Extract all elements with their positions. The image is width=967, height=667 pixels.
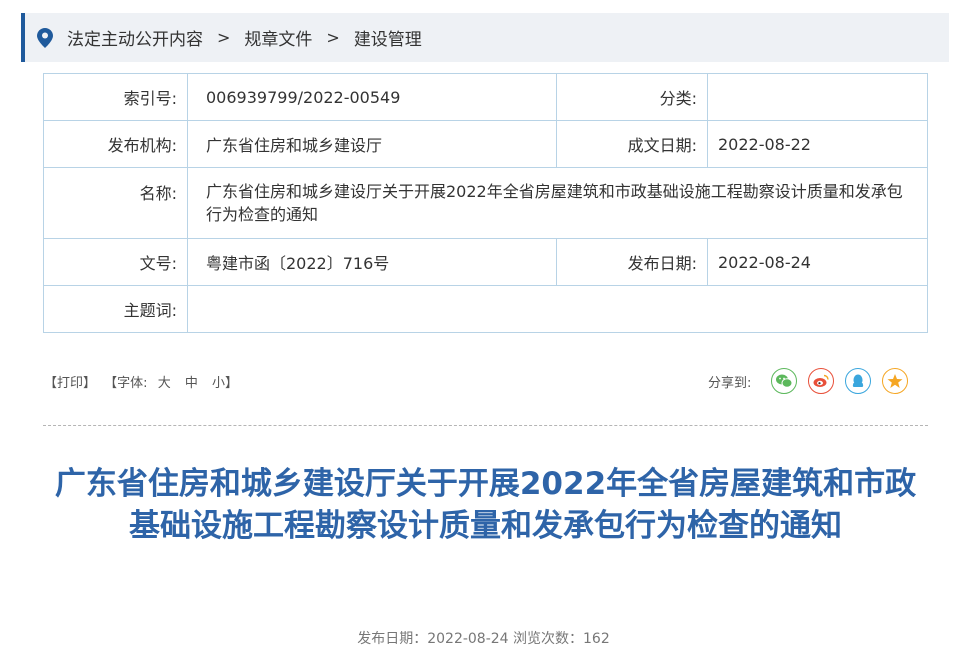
breadcrumb-item-regulations[interactable]: 规章文件 [244, 25, 312, 50]
document-meta-table: 索引号: 006939799/2022-00549 分类: 发布机构: 广东省住… [43, 73, 928, 333]
publish-date-label: 发布日期: [556, 238, 708, 286]
breadcrumb-separator: > [217, 28, 231, 47]
font-size-label: 【字体: [104, 376, 148, 391]
wechat-icon[interactable] [771, 368, 798, 394]
share-bar: 分享到: [708, 368, 919, 394]
qzone-icon[interactable] [882, 368, 909, 394]
index-label: 索引号: [43, 73, 188, 121]
table-row: 索引号: 006939799/2022-00549 分类: [43, 73, 928, 121]
breadcrumb-item-construction[interactable]: 建设管理 [354, 25, 422, 50]
publisher-label: 发布机构: [43, 120, 188, 168]
breadcrumb-separator: > [326, 28, 340, 47]
name-label: 名称: [43, 167, 188, 239]
font-medium-button[interactable]: 中 [185, 376, 198, 391]
location-pin-icon [37, 27, 53, 48]
font-large-button[interactable]: 大 [158, 376, 171, 391]
index-value: 006939799/2022-00549 [187, 73, 557, 121]
article-title: 广东省住房和城乡建设厅关于开展2022年全省房屋建筑和市政基础设施工程勘察设计质… [54, 466, 917, 544]
divider [43, 425, 928, 426]
article-tools: 【打印】 【字体: 大 中 小】 [44, 372, 242, 391]
weibo-icon[interactable] [808, 368, 835, 394]
publish-date-value: 2022-08-24 [707, 238, 928, 286]
table-row: 文号: 粤建市函〔2022〕716号 发布日期: 2022-08-24 [43, 238, 928, 286]
article-info: 发布日期：2022-08-24 浏览次数：162 [357, 631, 610, 647]
category-value [707, 73, 928, 121]
qq-icon[interactable] [845, 368, 872, 394]
written-date-label: 成文日期: [556, 120, 708, 168]
doc-number-value: 粤建市函〔2022〕716号 [187, 238, 557, 286]
doc-number-label: 文号: [43, 238, 188, 286]
table-row: 发布机构: 广东省住房和城乡建设厅 成文日期: 2022-08-22 [43, 120, 928, 168]
table-row: 主题词: [43, 285, 928, 333]
category-label: 分类: [556, 73, 708, 121]
publisher-value: 广东省住房和城乡建设厅 [187, 120, 557, 168]
keywords-value [187, 285, 928, 333]
share-label: 分享到: [708, 375, 752, 391]
keywords-label: 主题词: [43, 285, 188, 333]
table-row: 名称: 广东省住房和城乡建设厅关于开展2022年全省房屋建筑和市政基础设施工程勘… [43, 167, 928, 239]
print-button[interactable]: 【打印】 [44, 376, 96, 391]
written-date-value: 2022-08-22 [707, 120, 928, 168]
name-value: 广东省住房和城乡建设厅关于开展2022年全省房屋建筑和市政基础设施工程勘察设计质… [187, 167, 928, 239]
breadcrumb: 法定主动公开内容 > 规章文件 > 建设管理 [21, 13, 949, 62]
breadcrumb-item-disclosure[interactable]: 法定主动公开内容 [67, 25, 203, 50]
font-small-button[interactable]: 小】 [212, 376, 238, 391]
